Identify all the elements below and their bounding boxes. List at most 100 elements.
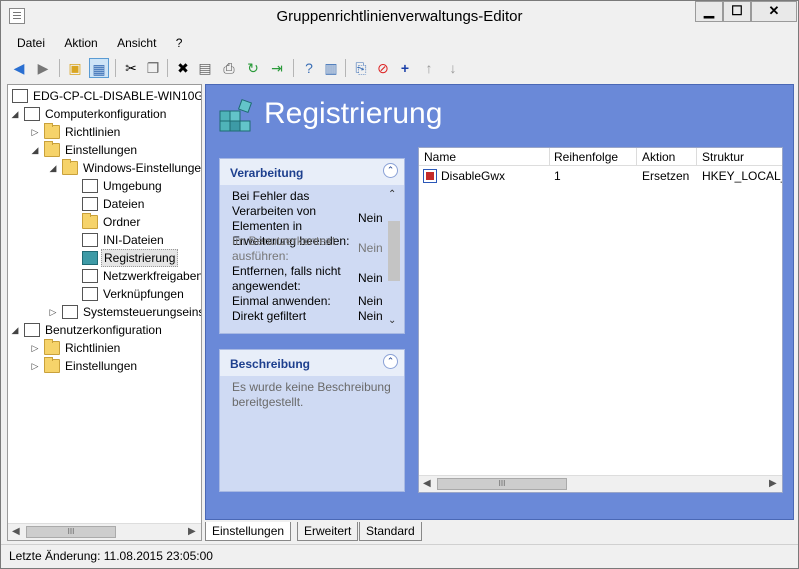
description-panel-title: Beschreibung xyxy=(230,357,311,371)
description-panel: Beschreibung ⌃ Es wurde keine Beschreibu… xyxy=(219,349,405,492)
tree-item-label: Benutzerkonfiguration xyxy=(45,323,162,337)
maximize-button[interactable]: ☐ xyxy=(723,1,751,22)
tree-hscrollbar[interactable]: ◀ III ▶ xyxy=(8,523,201,540)
registry-icon xyxy=(219,98,253,132)
title-bar[interactable]: Gruppenrichtlinienverwaltungs-Editor ▁ ☐… xyxy=(1,1,798,31)
processing-panel-header[interactable]: Verarbeitung ⌃ xyxy=(220,159,404,185)
tree-item-label: Verknüpfungen xyxy=(103,287,184,301)
move-up-icon[interactable]: ↑ xyxy=(419,58,439,78)
expander-icon[interactable]: ◢ xyxy=(10,321,20,339)
back-icon[interactable]: ◀ xyxy=(9,58,29,78)
files-icon xyxy=(82,197,98,211)
folder-icon xyxy=(62,159,78,175)
scroll-right-icon[interactable]: ▶ xyxy=(188,526,196,537)
shortcut-icon xyxy=(82,287,98,301)
add-icon[interactable]: + xyxy=(395,58,415,78)
tab-standard[interactable]: Standard xyxy=(359,522,422,541)
forward-icon[interactable]: ▶ xyxy=(33,58,53,78)
tree-item-label: Windows-Einstellungen xyxy=(83,161,202,175)
folder-icon xyxy=(44,357,60,373)
minimize-button[interactable]: ▁ xyxy=(695,1,723,22)
expander-icon[interactable]: ▷ xyxy=(48,303,58,321)
menu-datei[interactable]: Datei xyxy=(9,33,53,53)
toolbar: ◀ ▶ ▣ ▦ ✂ ❐ ✖ ▤ ⎙ ↻ ⇥ ? ▥ ⎘ ⊘ + ↑ ↓ xyxy=(7,55,792,81)
new-item-icon[interactable]: ⎘ xyxy=(351,58,371,78)
tree-item-label: Ordner xyxy=(103,215,141,229)
copy-icon[interactable]: ❐ xyxy=(143,58,163,78)
bottom-tabs: Einstellungen Erweitert Standard xyxy=(205,522,794,542)
properties-icon[interactable]: ▤ xyxy=(195,58,215,78)
column-hive[interactable]: Struktur xyxy=(702,150,744,164)
up-folder-icon[interactable]: ▣ xyxy=(65,58,85,78)
close-button[interactable]: ✕ xyxy=(751,1,797,22)
scroll-down-icon[interactable]: ⌄ xyxy=(388,315,396,326)
page-title: Registrierung xyxy=(264,97,443,130)
property-label: Direkt gefiltert xyxy=(232,309,307,323)
column-name[interactable]: Name xyxy=(424,150,456,164)
show-hide-tree-icon[interactable]: ▦ xyxy=(89,58,109,78)
scroll-left-icon[interactable]: ◀ xyxy=(12,526,20,537)
environment-icon xyxy=(82,179,98,193)
delete-icon[interactable]: ✖ xyxy=(173,58,193,78)
computer-icon xyxy=(24,107,40,121)
scroll-right-icon[interactable]: ▶ xyxy=(769,478,777,489)
menu-ansicht[interactable]: Ansicht xyxy=(109,33,164,53)
expander-icon[interactable]: ◢ xyxy=(48,159,58,177)
tree-item-label: EDG-CP-CL-DISABLE-WIN10GW xyxy=(33,89,202,103)
description-text: Es wurde keine Beschreibung bereitgestel… xyxy=(232,380,391,409)
collapse-icon[interactable]: ⌃ xyxy=(383,354,398,369)
cut-icon[interactable]: ✂ xyxy=(121,58,141,78)
expander-icon[interactable]: ▷ xyxy=(30,123,40,141)
details-pane: Registrierung Verarbeitung ⌃ Bei Fehler … xyxy=(205,84,794,520)
registry-item-icon xyxy=(423,169,437,183)
refresh-icon[interactable]: ↻ xyxy=(243,58,263,78)
property-label: Einmal anwenden: xyxy=(232,294,331,308)
folder-icon xyxy=(82,213,98,229)
folder-icon xyxy=(44,123,60,139)
ini-file-icon xyxy=(82,233,98,247)
list-hscrollbar[interactable]: ◀ III ▶ xyxy=(419,475,782,492)
tree-item-label: Netzwerkfreigaben xyxy=(103,269,202,283)
column-action[interactable]: Aktion xyxy=(642,150,675,164)
tree-item-label: Dateien xyxy=(103,197,145,211)
expander-icon[interactable]: ▷ xyxy=(30,357,40,375)
policy-doc-icon xyxy=(12,89,28,103)
stop-icon[interactable]: ⊘ xyxy=(373,58,393,78)
export-list-icon[interactable]: ⇥ xyxy=(267,58,287,78)
column-order[interactable]: Reihenfolge xyxy=(554,150,618,164)
scroll-up-icon[interactable]: ⌃ xyxy=(388,189,396,200)
action-pane-icon[interactable]: ▥ xyxy=(321,58,341,78)
scroll-left-icon[interactable]: ◀ xyxy=(423,478,431,489)
folder-icon xyxy=(44,141,60,157)
expander-icon[interactable]: ▷ xyxy=(30,339,40,357)
expander-icon[interactable]: ◢ xyxy=(10,105,20,123)
scroll-thumb[interactable]: III xyxy=(437,478,567,490)
expander-icon[interactable]: ◢ xyxy=(30,141,40,159)
network-share-icon xyxy=(82,269,98,283)
description-panel-header[interactable]: Beschreibung ⌃ xyxy=(220,350,404,376)
processing-panel-title: Verarbeitung xyxy=(230,166,304,180)
help-icon[interactable]: ? xyxy=(299,58,319,78)
tab-einstellungen[interactable]: Einstellungen xyxy=(205,522,292,541)
row-name: DisableGwx xyxy=(441,169,506,183)
tree-item-label: Systemsteuerungseinstellungen xyxy=(83,305,201,319)
settings-list[interactable]: Name Reihenfolge Aktion Struktur Disable… xyxy=(418,147,783,493)
collapse-icon[interactable]: ⌃ xyxy=(383,163,398,178)
property-value: Nein xyxy=(358,271,383,285)
print-icon[interactable]: ⎙ xyxy=(219,58,239,78)
console-tree[interactable]: EDG-CP-CL-DISABLE-WIN10GW ◢ Computerkonfig… xyxy=(7,84,202,541)
tree-item-label: Einstellungen xyxy=(65,359,138,373)
list-row[interactable]: DisableGwx 1 Ersetzen HKEY_LOCAL_M xyxy=(419,167,782,185)
menu-help[interactable]: ? xyxy=(168,33,191,53)
menu-aktion[interactable]: Aktion xyxy=(56,33,105,53)
property-value: Nein xyxy=(358,241,383,255)
move-down-icon[interactable]: ↓ xyxy=(443,58,463,78)
folder-icon xyxy=(44,339,60,355)
scroll-thumb[interactable] xyxy=(388,221,400,281)
tree-item-label: Richtlinien xyxy=(65,341,121,355)
scroll-thumb[interactable]: III xyxy=(26,526,116,538)
property-value: Nein xyxy=(358,294,383,308)
row-action: Ersetzen xyxy=(642,169,690,183)
processing-scrollbar[interactable]: ⌃ ⌄ xyxy=(386,189,402,329)
tab-erweitert[interactable]: Erweitert xyxy=(297,522,359,541)
